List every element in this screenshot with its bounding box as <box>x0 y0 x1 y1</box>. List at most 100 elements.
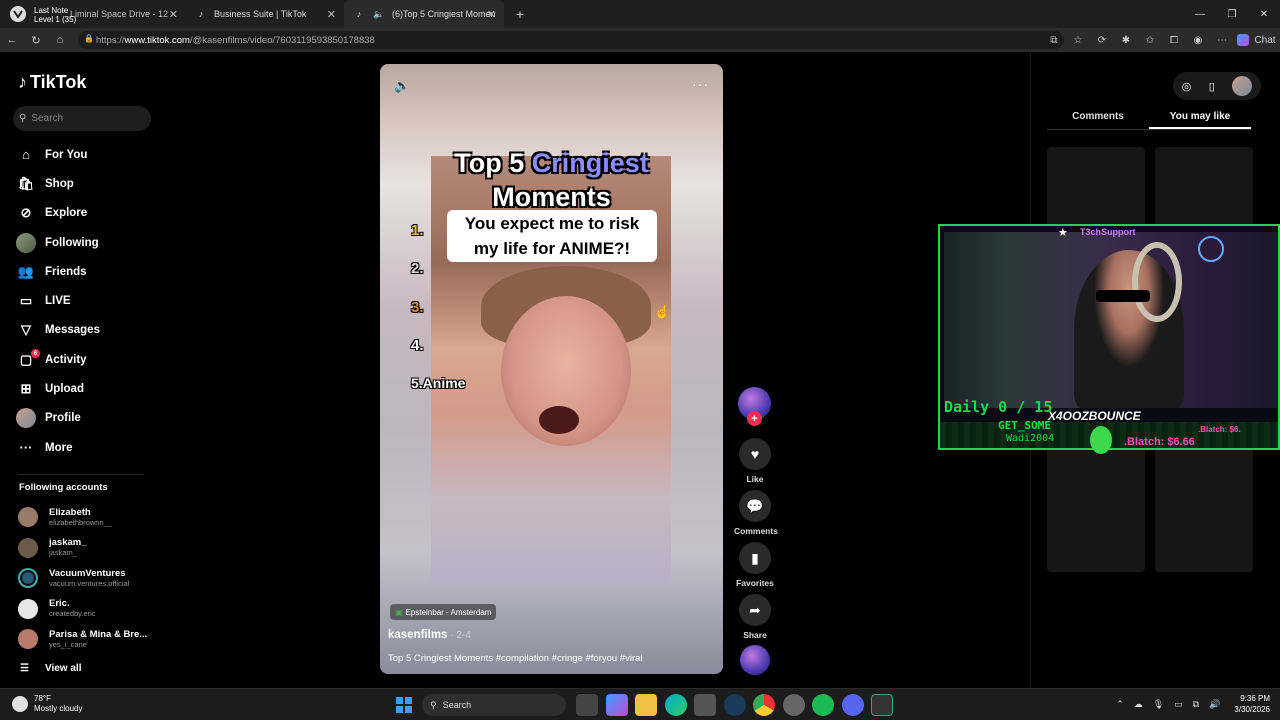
profile-avatar-icon[interactable]: ◉ <box>1186 28 1210 52</box>
volume-icon[interactable]: 🔊 <box>1209 699 1220 710</box>
favorites-icon[interactable]: ✩ <box>1138 28 1162 52</box>
weather-temp: 78°F <box>34 694 51 703</box>
excel-icon[interactable] <box>871 694 893 716</box>
user-avatar[interactable] <box>1232 76 1253 96</box>
nav-upload[interactable]: ⊞ Upload <box>16 374 156 403</box>
microphone-icon[interactable]: 🎙 <box>1153 699 1164 710</box>
display-icon[interactable]: ▭ <box>1174 699 1183 710</box>
chevron-up-icon[interactable]: ⌃ <box>1116 699 1124 710</box>
nav-label: Following <box>45 236 99 249</box>
suggestion-thumbnail[interactable] <box>1047 437 1145 572</box>
account-handle: yes_i_cane <box>49 639 87 649</box>
following-account[interactable]: Elizabeth elizabethbrownn__ <box>18 502 158 533</box>
menu-dots-icon[interactable]: ⋯ <box>1210 28 1234 52</box>
new-tab-button[interactable]: + <box>508 6 532 22</box>
tab-close-icon[interactable]: ✕ <box>169 8 178 21</box>
task-view-icon[interactable] <box>576 694 598 716</box>
view-all-button[interactable]: ☰ View all <box>20 663 81 674</box>
cloud-icon <box>12 696 28 712</box>
tab-business-suite[interactable]: ♪ Business Suite | TikTok ✕ <box>186 0 344 28</box>
copilot-icon[interactable] <box>605 694 628 716</box>
video-player[interactable]: 🔈 ··· Top 5 Cringiest Moments You expect… <box>380 64 723 674</box>
discord-icon[interactable] <box>841 694 864 716</box>
close-window-icon[interactable]: ✕ <box>1248 0 1280 28</box>
app-available-icon[interactable]: ⧉ <box>1042 28 1066 52</box>
taskbar-search[interactable]: ⚲ Search <box>422 694 566 716</box>
address-toolbar: ← ↻ ⌂ 🔒 https://www.tiktok.com/@kasenfil… <box>0 28 1280 52</box>
windows-start-icon[interactable] <box>396 697 412 713</box>
edge-icon[interactable] <box>664 694 687 716</box>
tab-comments[interactable]: Comments <box>1047 106 1149 129</box>
app-icon[interactable] <box>782 694 805 716</box>
store-icon[interactable] <box>694 694 716 716</box>
maximize-icon[interactable]: ❐ <box>1216 0 1248 28</box>
extensions-icon[interactable]: ✱ <box>1114 28 1138 52</box>
file-explorer-icon[interactable] <box>635 694 657 716</box>
nav-messages[interactable]: ▽ Messages <box>16 316 156 345</box>
weather-desc: Mostly cloudy <box>34 704 83 713</box>
spotify-icon[interactable] <box>812 694 834 716</box>
back-icon[interactable]: ← <box>0 28 24 52</box>
tab-close-icon[interactable]: ✕ <box>487 8 496 21</box>
clock[interactable]: 9:36 PM 3/30/2026 <box>1234 693 1270 715</box>
device-icon[interactable]: ▯ <box>1209 80 1215 93</box>
following-accounts-list: Elizabeth elizabethbrownn__ jaskam_ jaskam… <box>18 502 158 655</box>
nav-explore[interactable]: ⊘ Explore <box>16 199 156 228</box>
nav-live[interactable]: ▭ LIVE <box>16 286 156 315</box>
tiktok-logo[interactable]: ♪ TikTok <box>18 72 86 93</box>
chrome-icon[interactable] <box>753 694 775 716</box>
coin-icon[interactable]: ◎ <box>1182 80 1192 93</box>
suggestion-thumbnail[interactable] <box>1155 437 1253 572</box>
location-label: Epsteinbar - Amsterdam <box>405 607 492 617</box>
tab-close-icon[interactable]: ✕ <box>327 8 336 21</box>
tab-you-may-like[interactable]: You may like <box>1149 106 1251 129</box>
like-button[interactable]: ♥ Like <box>734 438 776 484</box>
follow-plus-icon[interactable]: + <box>747 411 762 426</box>
speaker-icon[interactable]: 🔈 <box>372 7 386 21</box>
following-account[interactable]: Eric. createdby.eric <box>18 594 158 625</box>
nav-more[interactable]: ··· More <box>16 433 156 462</box>
shop-icon: 🛍 <box>17 175 35 191</box>
following-account[interactable]: jaskam_ jaskam_ <box>18 533 158 564</box>
comments-button[interactable]: 💬 Comments <box>734 490 778 536</box>
nav-following[interactable]: Following <box>16 228 156 257</box>
title-accent: Cringiest <box>531 148 649 178</box>
weather-widget[interactable]: 78°F Mostly cloudy <box>12 694 82 714</box>
following-account[interactable]: VacuumVentures vacuum.ventures.official <box>18 563 158 594</box>
favorite-star-icon[interactable]: ☆ <box>1066 28 1090 52</box>
video-more-icon[interactable]: ··· <box>692 76 709 92</box>
reload-icon[interactable]: ↻ <box>24 28 48 52</box>
nav-profile[interactable]: Profile <box>16 404 156 433</box>
volume-icon[interactable]: 🔈 <box>394 78 410 94</box>
nav-for-you[interactable]: ⌂ For You <box>16 140 156 169</box>
nav-label: Profile <box>45 412 81 425</box>
tab-liminal-space[interactable]: Liminal Space Drive - 12 Hours - 4K ✕ <box>36 0 186 28</box>
following-account[interactable]: Parisa & Mina & Bre... yes_i_cane <box>18 624 158 655</box>
copilot-chat-button[interactable]: Chat <box>1234 28 1280 52</box>
minimize-icon[interactable]: — <box>1184 0 1216 28</box>
account-handle: createdby.eric <box>49 609 96 619</box>
tab-title: Business Suite | TikTok <box>214 9 307 19</box>
tab-tiktok-video[interactable]: ♪ 🔈 (6)Top 5 Cringiest Moments # ✕ <box>344 0 504 28</box>
nav-label: Shop <box>45 177 74 190</box>
nav-friends[interactable]: 👥 Friends <box>16 257 156 286</box>
favorites-button[interactable]: ▮ Favorites <box>734 542 776 588</box>
collections-icon[interactable]: ⧠ <box>1162 28 1186 52</box>
heart-icon: ♥ <box>739 438 771 470</box>
url-field[interactable]: 🔒 https://www.tiktok.com/@kasenfilms/vid… <box>78 31 1064 49</box>
browser-profile-button[interactable] <box>0 0 36 28</box>
nav-shop[interactable]: 🛍 Shop <box>16 169 156 198</box>
account-handle: elizabethbrownn__ <box>49 517 112 527</box>
search-input[interactable]: ⚲ Search <box>13 106 151 131</box>
lock-icon[interactable]: 🔒 <box>84 34 94 43</box>
location-tag[interactable]: ▣ Epsteinbar - Amsterdam <box>390 604 497 620</box>
music-disc[interactable] <box>740 645 770 675</box>
onedrive-icon[interactable]: ☁ <box>1134 699 1143 710</box>
steam-icon[interactable] <box>723 694 746 716</box>
refresh-extension-icon[interactable]: ⟳ <box>1090 28 1114 52</box>
nav-activity[interactable]: ▢ 6 Activity <box>16 345 156 374</box>
video-author[interactable]: kasenfilms · 2-4 <box>388 629 471 641</box>
network-icon[interactable]: ⧉ <box>1193 699 1199 710</box>
share-button[interactable]: ➦ Share <box>734 594 776 640</box>
home-icon[interactable]: ⌂ <box>48 28 72 52</box>
